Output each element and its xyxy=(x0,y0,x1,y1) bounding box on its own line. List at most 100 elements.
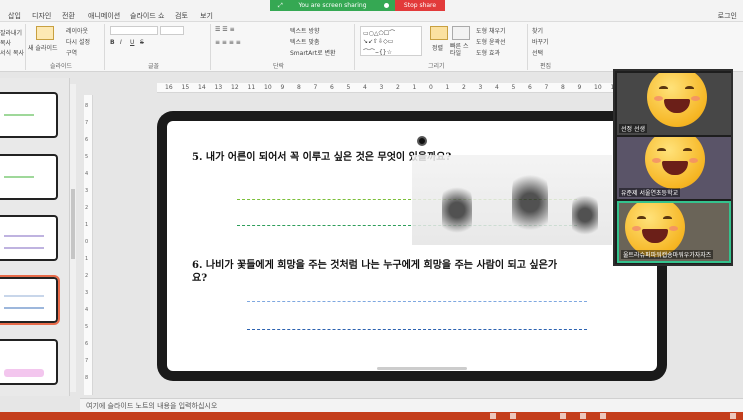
ruler-tick: 8 xyxy=(85,375,89,381)
participant-tile[interactable]: 선정 선생 xyxy=(617,73,731,135)
bold-icon[interactable]: B xyxy=(110,39,115,46)
vertical-ruler: 8 7 6 5 4 3 2 1 0 1 2 3 4 5 6 7 8 xyxy=(84,95,93,395)
share-status-text: You are screen sharing xyxy=(298,2,367,9)
login-link[interactable]: 로그인 xyxy=(718,11,737,21)
arrange-icon[interactable] xyxy=(430,26,448,40)
ruler-tick: 5 xyxy=(85,154,89,160)
slide-thumbnail[interactable] xyxy=(0,92,58,138)
shape-fill-button[interactable]: 도형 채우기 xyxy=(476,26,506,35)
font-size-dropdown[interactable] xyxy=(160,26,184,35)
horizontal-ruler: 1615141312111098765432101234567891011 xyxy=(157,83,618,93)
shape-outline-button[interactable]: 도형 윤곽선 xyxy=(476,37,506,46)
new-slide-icon[interactable] xyxy=(36,26,54,40)
thumbnail-scrollbar[interactable] xyxy=(70,84,76,392)
shapes-gallery[interactable]: ▭○△⬠☐⌒ ↘↙⇧⇩◇▭ ⌒⌒⌣{}☆ xyxy=(360,26,422,56)
section-button[interactable]: 구역 xyxy=(66,48,77,57)
slide-thumbnail-pane xyxy=(0,78,70,396)
slide-canvas[interactable]: ✎ 5. 내가 어른이 되어서 꼭 이루고 싶은 것은 무엇이 있을까요? 6.… xyxy=(157,111,667,381)
share-status[interactable]: ⤢ You are screen sharing xyxy=(270,0,395,11)
smiley-face-icon xyxy=(647,73,707,127)
ruler-tick: 1 xyxy=(412,84,417,91)
font-name-dropdown[interactable] xyxy=(110,26,158,35)
ruler-tick: 12 xyxy=(231,84,239,91)
comments-icon[interactable] xyxy=(510,413,516,419)
participant-name: 유준제 서울연초등학교 xyxy=(619,188,681,197)
ruler-tick: 5 xyxy=(85,324,89,330)
ruler-tick: 10 xyxy=(264,84,272,91)
cut-button[interactable]: 잘라내기 xyxy=(0,28,22,37)
ruler-tick: 3 xyxy=(379,84,384,91)
tab-view[interactable]: 보기 xyxy=(200,11,213,21)
share-options-icon[interactable] xyxy=(384,3,389,8)
select-button[interactable]: 선택 xyxy=(532,48,543,57)
tab-review[interactable]: 검토 xyxy=(175,11,188,21)
slide-sorter-icon[interactable] xyxy=(580,413,586,419)
ruler-tick: 14 xyxy=(198,84,206,91)
quick-styles-icon[interactable] xyxy=(452,26,470,40)
format-painter-button[interactable]: 서식 복사 xyxy=(0,48,24,57)
group-label-drawing: 그리기 xyxy=(428,63,445,70)
question-6[interactable]: 6. 나비가 꽃들에게 희망을 주는 것처럼 나는 누구에게 희망을 주는 사람… xyxy=(192,259,662,285)
strikethrough-icon[interactable]: S xyxy=(140,39,144,46)
smartart-button[interactable]: SmartArt로 변환 xyxy=(290,48,336,57)
ruler-tick: 13 xyxy=(214,84,223,91)
align-text-button[interactable]: 텍스트 맞춤 xyxy=(290,37,320,46)
slide-thumbnail[interactable] xyxy=(0,215,58,261)
fit-to-window-icon[interactable] xyxy=(730,413,736,419)
answer-line xyxy=(247,301,587,302)
normal-view-icon[interactable] xyxy=(560,413,566,419)
shape-effects-button[interactable]: 도형 효과 xyxy=(476,48,500,57)
shapes-icon: ▭○△⬠☐⌒ xyxy=(363,30,396,37)
new-slide-button[interactable]: 새 슬라이드 xyxy=(28,43,58,52)
ruler-tick: 6 xyxy=(85,137,89,143)
align-icons[interactable]: ≡ ≡ ≡ ≡ xyxy=(215,39,241,46)
italic-icon[interactable]: I xyxy=(120,39,122,46)
screen-share-banner: ⤢ You are screen sharing Stop share xyxy=(270,0,445,11)
ruler-tick: 10 xyxy=(594,84,602,91)
shapes-icon-row2: ↘↙⇧⇩◇▭ xyxy=(363,38,394,45)
replace-button[interactable]: 바꾸기 xyxy=(532,37,549,46)
slide-notes[interactable]: 여기에 슬라이드 노트의 내용을 입력하십시오 xyxy=(80,398,743,412)
stop-share-button[interactable]: Stop share xyxy=(395,0,445,11)
arrange-button[interactable]: 정렬 xyxy=(432,43,443,52)
slide-thumbnail[interactable] xyxy=(0,339,58,385)
notes-toggle-icon[interactable] xyxy=(490,413,496,419)
ruler-tick: 4 xyxy=(85,307,89,313)
tab-slideshow[interactable]: 슬라이드 쇼 xyxy=(130,11,164,21)
ruler-tick: 2 xyxy=(85,273,89,279)
text-direction-button[interactable]: 텍스트 방향 xyxy=(290,26,320,35)
reset-button[interactable]: 다시 설정 xyxy=(66,37,90,46)
tab-insert[interactable]: 삽입 xyxy=(8,11,21,21)
layout-button[interactable]: 레이아웃 xyxy=(66,26,88,35)
participant-tile[interactable]: 유준제 서울연초등학교 xyxy=(617,137,731,199)
participant-tile-active-speaker[interactable]: 울트라슈퍼파워캡숑마워우가자자즈 xyxy=(617,201,731,263)
ruler-tick: 7 xyxy=(313,84,318,91)
ruler-tick: 0 xyxy=(429,84,433,91)
ruler-tick: 2 xyxy=(396,84,400,91)
notes-placeholder: 여기에 슬라이드 노트의 내용을 입력하십시오 xyxy=(86,402,218,410)
copy-button[interactable]: 복사 xyxy=(0,38,11,47)
underline-icon[interactable]: U xyxy=(130,39,134,46)
question-6-line2: 요? xyxy=(192,273,208,284)
bullets-icon[interactable]: ☰ ☰ ≡ xyxy=(215,26,235,33)
status-bar xyxy=(0,412,743,420)
ruler-tick: 4 xyxy=(85,171,89,177)
find-button[interactable]: 찾기 xyxy=(532,26,543,35)
slide-thumbnail[interactable] xyxy=(0,154,58,200)
ruler-tick: 6 xyxy=(85,341,89,347)
reading-view-icon[interactable] xyxy=(600,413,606,419)
tab-transitions[interactable]: 전환 xyxy=(62,11,75,21)
question-6-line1: 6. 나비가 꽃들에게 희망을 주는 것처럼 나는 누구에게 희망을 주는 사람… xyxy=(192,260,558,271)
ruler-tick: 7 xyxy=(544,84,549,91)
ruler-tick: 9 xyxy=(577,84,582,91)
participant-panel: 선정 선생 유준제 서울연초등학교 울트라슈퍼파워캡숑마워우가자자즈 xyxy=(613,69,733,266)
ruler-tick: 9 xyxy=(280,84,285,91)
ruler-tick: 2 xyxy=(85,205,89,211)
slide-thumbnail-active[interactable] xyxy=(0,275,60,325)
ruler-tick: 5 xyxy=(511,84,516,91)
quick-styles-button[interactable]: 빠른 스타일 xyxy=(450,43,470,57)
ruler-tick: 4 xyxy=(495,84,499,91)
tab-animations[interactable]: 애니메이션 xyxy=(88,11,120,21)
ruler-tick: 7 xyxy=(85,358,89,364)
tab-design[interactable]: 디자인 xyxy=(32,11,51,21)
